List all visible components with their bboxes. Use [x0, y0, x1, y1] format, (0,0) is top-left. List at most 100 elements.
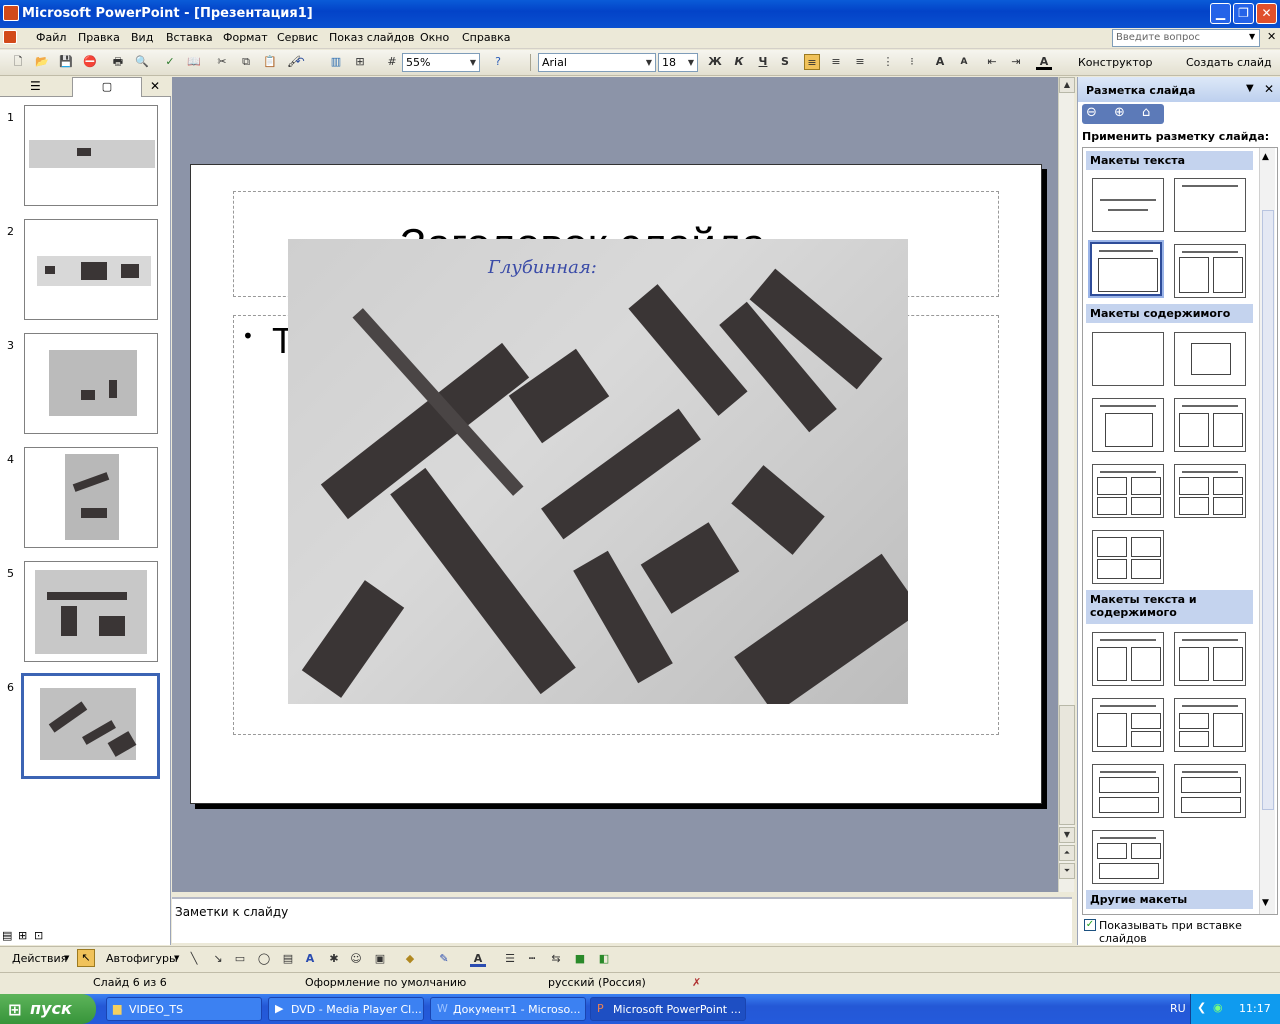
menu-insert[interactable]: Вставка — [166, 31, 213, 44]
tray-arrow-icon[interactable]: ❮ — [1197, 1001, 1206, 1014]
layout-title-four-content[interactable] — [1174, 464, 1246, 518]
language-indicator[interactable]: RU — [1170, 1002, 1186, 1015]
layout-text-and-content[interactable] — [1092, 632, 1164, 686]
normal-view-icon[interactable]: ▤ — [2, 929, 12, 942]
menu-help[interactable]: Справка — [462, 31, 510, 44]
layout-title-content-over-two[interactable] — [1092, 464, 1164, 518]
save-icon[interactable]: 💾 — [58, 54, 74, 70]
numbering-icon[interactable]: ⋮ — [880, 54, 896, 70]
back-icon[interactable]: ⊖ — [1086, 105, 1097, 120]
designer-button[interactable]: Конструктор — [1078, 56, 1152, 69]
previous-slide-icon[interactable]: ⏶ — [1059, 845, 1075, 861]
layout-two-content-over-text[interactable] — [1092, 830, 1164, 884]
diagram-icon[interactable]: ✱ — [326, 951, 342, 967]
insert-picture-icon[interactable]: ▣ — [372, 951, 388, 967]
layout-two-content-text[interactable] — [1174, 698, 1246, 752]
menu-file[interactable]: Файл — [36, 31, 66, 44]
menu-slideshow[interactable]: Показ слайдов — [329, 31, 415, 44]
scroll-up-icon[interactable]: ▲ — [1059, 77, 1075, 93]
scroll-down-icon[interactable]: ▼ — [1262, 898, 1269, 908]
layout-text-over-content[interactable] — [1092, 764, 1164, 818]
home-icon[interactable]: ⌂ — [1142, 105, 1150, 120]
slides-tab-icon[interactable]: ▢ — [72, 77, 142, 97]
align-center-button[interactable]: ≡ — [828, 54, 844, 70]
underline-button[interactable]: Ч — [755, 54, 771, 70]
slide-thumbnail-1[interactable] — [24, 105, 158, 206]
font-color-icon[interactable]: A — [1036, 54, 1052, 70]
align-right-button[interactable]: ≡ — [852, 54, 868, 70]
layout-text-two-content[interactable] — [1092, 698, 1164, 752]
chart-icon[interactable]: ▥ — [328, 54, 344, 70]
chevron-down-icon[interactable]: ▼ — [643, 54, 655, 71]
layout-title-only[interactable] — [1174, 178, 1246, 232]
layout-content-and-text[interactable] — [1174, 632, 1246, 686]
arrow-icon[interactable]: ↘ — [210, 951, 226, 967]
document-icon[interactable] — [3, 30, 17, 44]
chevron-down-icon[interactable]: ▼ — [685, 54, 697, 71]
layout-content-over-text[interactable] — [1174, 764, 1246, 818]
taskbar-item-powerpoint[interactable]: P Microsoft PowerPoint ... — [590, 997, 746, 1021]
powerpoint-app-icon[interactable] — [3, 5, 19, 21]
print-icon[interactable]: 🖶 — [110, 54, 126, 70]
layout-title-and-text[interactable] — [1090, 242, 1162, 296]
layout-title-slide[interactable] — [1092, 178, 1164, 232]
scroll-down-icon[interactable]: ▼ — [1059, 827, 1075, 843]
layout-list-scrollbar[interactable]: ▲ ▼ — [1259, 148, 1275, 914]
bold-button[interactable]: Ж — [707, 54, 723, 70]
layout-title-two-content[interactable] — [1174, 398, 1246, 452]
decrease-font-icon[interactable]: A — [956, 54, 972, 70]
shadow-button[interactable]: S — [777, 54, 793, 70]
slide-photo[interactable]: Глубинная: — [288, 239, 908, 704]
slide-thumbnail-5[interactable] — [24, 561, 158, 662]
shadow-style-icon[interactable]: ■ — [572, 951, 588, 967]
new-icon[interactable]: 🗋 — [10, 54, 26, 70]
menu-tools[interactable]: Сервис — [277, 31, 318, 44]
taskbar-item-word[interactable]: W Документ1 - Microso... — [430, 997, 586, 1021]
close-button[interactable]: ✕ — [1256, 3, 1277, 24]
undo-icon[interactable]: ↶ — [292, 54, 308, 70]
chevron-down-icon[interactable]: ▼ — [467, 54, 479, 71]
notes-pane[interactable]: Заметки к слайду — [172, 897, 1072, 943]
font-size-select[interactable]: 18 ▼ — [658, 53, 698, 72]
scroll-thumb[interactable] — [1262, 210, 1274, 810]
print-preview-icon[interactable]: 🔍 — [134, 54, 150, 70]
pane-close-icon[interactable]: ✕ — [150, 79, 160, 93]
clock[interactable]: 11:17 — [1239, 1002, 1271, 1015]
italic-button[interactable]: К — [731, 54, 747, 70]
spelling-status-icon[interactable]: ✗ — [692, 976, 701, 989]
clipart-icon[interactable]: ☺ — [348, 951, 364, 967]
layout-two-column-text[interactable] — [1174, 244, 1246, 298]
ask-dropdown-icon[interactable]: ▼ — [1249, 32, 1255, 41]
research-icon[interactable]: 📖 — [186, 54, 202, 70]
layout-four-content[interactable] — [1092, 530, 1164, 584]
slideshow-icon[interactable]: ⊡ — [34, 929, 43, 942]
layout-blank[interactable] — [1092, 332, 1164, 386]
taskbar-item-media-player[interactable]: ▶ DVD - Media Player Cl... — [268, 997, 424, 1021]
forward-icon[interactable]: ⊕ — [1114, 105, 1125, 120]
actions-menu[interactable]: Действия — [12, 952, 67, 965]
permission-icon[interactable]: ⛔ — [82, 54, 98, 70]
line-icon[interactable]: ╲ — [186, 951, 202, 967]
scroll-thumb[interactable] — [1059, 705, 1075, 825]
cut-icon[interactable]: ✂ — [214, 54, 230, 70]
chevron-down-icon[interactable]: ▼ — [174, 954, 179, 962]
chevron-down-icon[interactable]: ▼ — [64, 954, 69, 962]
chevron-down-icon[interactable]: ▼ — [1246, 83, 1254, 94]
next-slide-icon[interactable]: ⏷ — [1059, 863, 1075, 879]
layout-content[interactable] — [1174, 332, 1246, 386]
increase-indent-icon[interactable]: ⇥ — [1008, 54, 1024, 70]
paste-icon[interactable]: 📋 — [262, 54, 278, 70]
copy-icon[interactable]: ⧉ — [238, 54, 254, 70]
taskbar-item-video-ts[interactable]: ▆ VIDEO_TS — [106, 997, 262, 1021]
slide-canvas[interactable]: Заголовок слайда • Т Глубинная: — [190, 164, 1042, 804]
minimize-button[interactable]: ▁ — [1210, 3, 1231, 24]
dash-style-icon[interactable]: ┅ — [524, 951, 540, 967]
fill-color-icon[interactable]: ◆ — [402, 951, 418, 967]
slide-thumbnail-4[interactable] — [24, 447, 158, 548]
tray-app-icon[interactable]: ◉ — [1213, 1001, 1223, 1014]
rectangle-icon[interactable]: ▭ — [232, 951, 248, 967]
restore-button[interactable]: ❐ — [1233, 3, 1254, 24]
slide-sorter-icon[interactable]: ⊞ — [18, 929, 27, 942]
ask-question-input[interactable]: Введите вопрос — [1112, 29, 1260, 47]
autoshapes-menu[interactable]: Автофигуры — [106, 952, 178, 965]
